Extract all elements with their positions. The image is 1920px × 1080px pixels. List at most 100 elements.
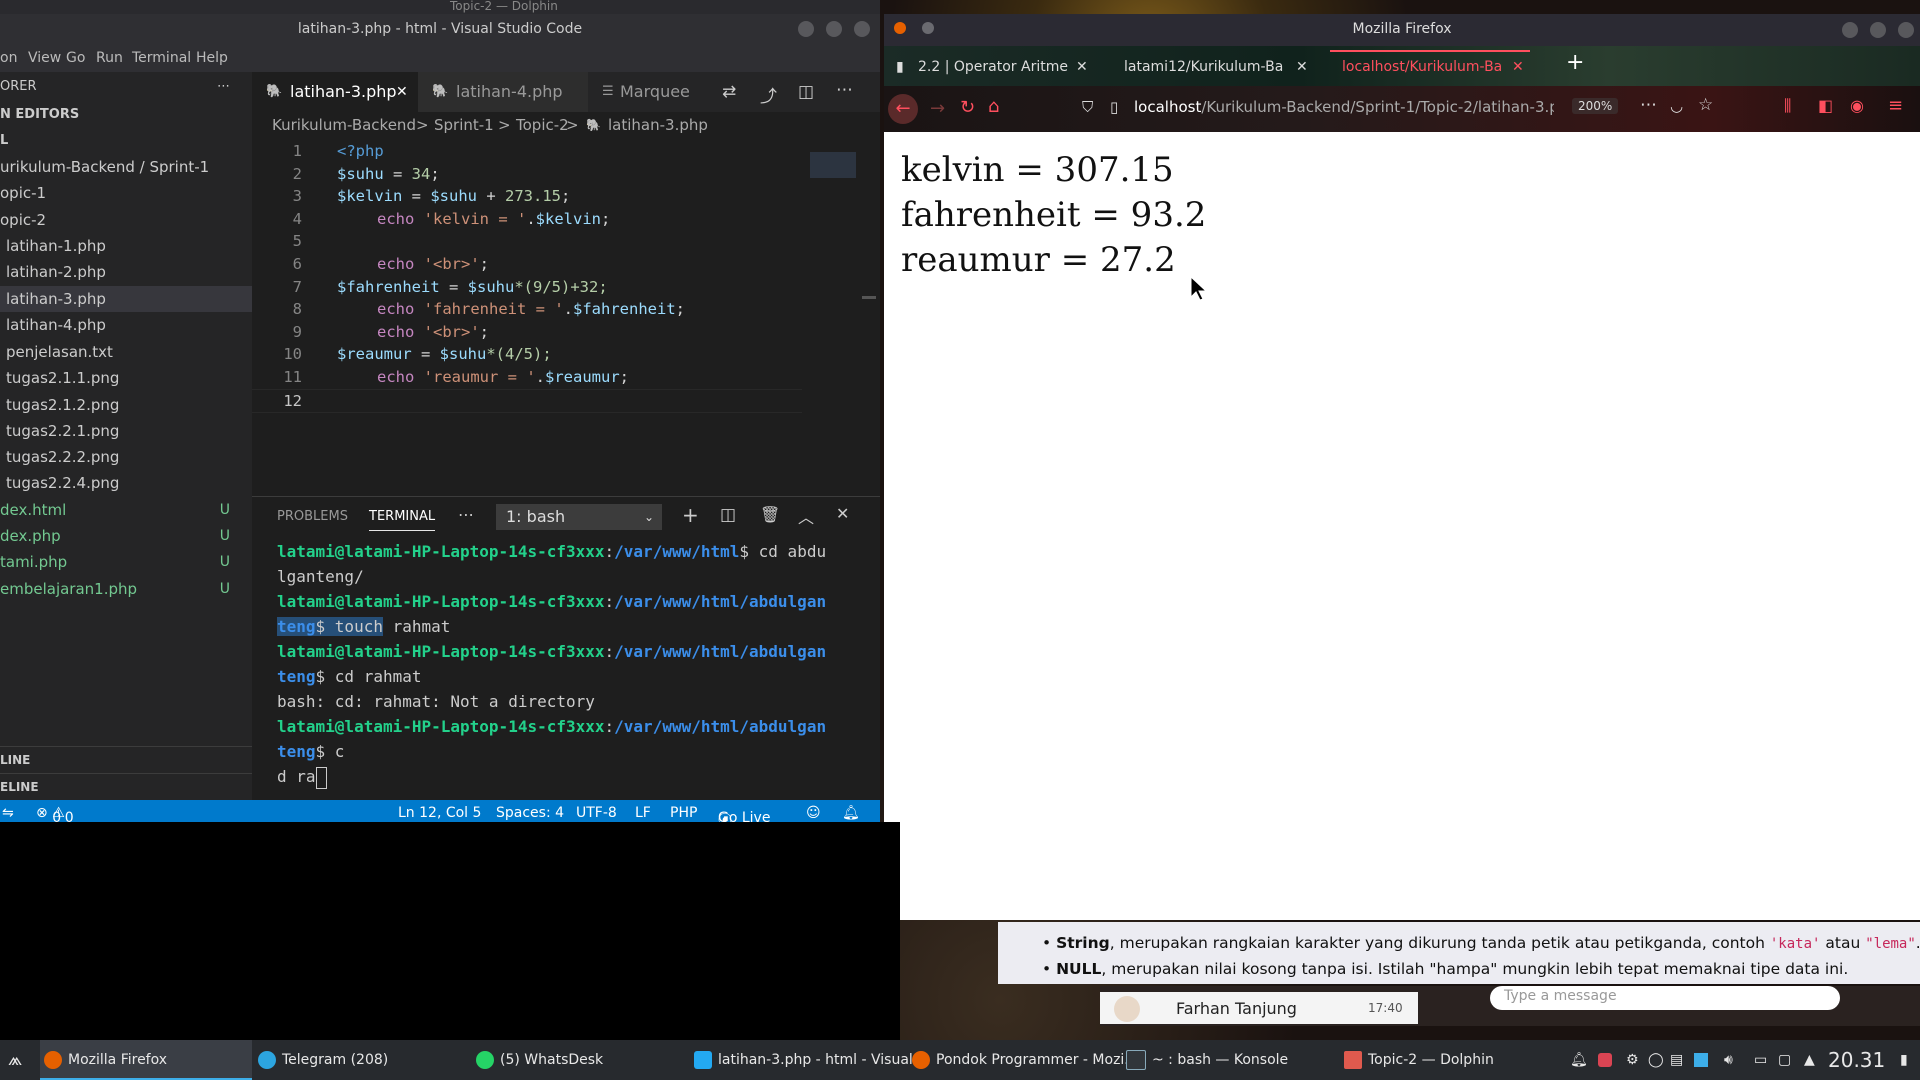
line-ending[interactable]: LF xyxy=(635,805,651,821)
page-actions-icon[interactable]: ⋯ xyxy=(1640,95,1657,115)
forward-arrow-icon[interactable]: → xyxy=(930,98,945,119)
close-tab-icon[interactable]: ✕ xyxy=(1512,52,1524,82)
open-editors-section[interactable]: N EDITORS xyxy=(0,102,252,128)
back-arrow-icon[interactable]: ← xyxy=(888,94,918,124)
settings-daemon-icon[interactable]: ⚙ xyxy=(1626,1040,1639,1080)
notifications-icon[interactable]: 🔔︎ xyxy=(1570,1040,1588,1080)
indentation[interactable]: Spaces: 4 xyxy=(496,805,564,821)
breadcrumb-item[interactable]: latihan-3.php xyxy=(608,116,708,134)
menu-terminal[interactable]: Terminal xyxy=(132,50,191,66)
encoding[interactable]: UTF-8 xyxy=(576,805,617,821)
more-actions-icon[interactable]: ⋯ xyxy=(836,80,853,100)
more-actions-icon[interactable]: ⋯ xyxy=(458,505,474,524)
menu-run[interactable]: Run xyxy=(96,50,123,66)
tree-item-untracked[interactable]: tami.php U xyxy=(0,549,252,575)
tree-item[interactable]: tugas2.2.1.png xyxy=(0,418,258,444)
tree-item-untracked[interactable]: dex.php U xyxy=(0,523,252,549)
taskbar-item-vscode[interactable]: latihan-3.php - html - Visual ... xyxy=(694,1040,931,1080)
chat-list-item[interactable]: Farhan Tanjung 17:40 xyxy=(1100,992,1418,1024)
taskbar-item-firefox[interactable]: Mozilla Firefox xyxy=(40,1040,252,1080)
taskbar-item-dolphin[interactable]: Topic-2 — Dolphin xyxy=(1344,1040,1494,1080)
browser-tab-active[interactable]: localhost/Kurikulum-Backend ✕ xyxy=(1330,50,1530,82)
timeline-section[interactable]: ELINE xyxy=(0,773,252,800)
tree-item[interactable]: penjelasan.txt xyxy=(0,339,258,365)
remote-icon[interactable]: ⇋ xyxy=(2,805,14,821)
minimize-button[interactable] xyxy=(798,21,814,37)
terminal-output[interactable]: latami@latami-HP-Laptop-14s-cf3xxx:/var/… xyxy=(252,539,880,799)
tree-item[interactable]: urikulum-Backend / Sprint-1 xyxy=(0,154,252,180)
clock[interactable]: 20.31 xyxy=(1828,1040,1885,1080)
expand-tray-icon[interactable]: ▲ xyxy=(1804,1040,1815,1080)
home-icon[interactable]: ⌂ xyxy=(988,96,999,117)
taskbar-item-pondok-programmer[interactable]: Pondok Programmer - Mozi... xyxy=(912,1040,1138,1080)
minimap[interactable] xyxy=(810,152,856,178)
close-tab-icon[interactable]: ✕ xyxy=(1076,52,1088,82)
tab-problems[interactable]: PROBLEMS xyxy=(277,509,348,524)
new-terminal-icon[interactable]: + xyxy=(682,503,699,527)
tree-item[interactable]: tugas2.1.1.png xyxy=(0,365,258,391)
hamburger-menu-icon[interactable]: ≡ xyxy=(1888,95,1903,116)
network-icon[interactable]: ▢ xyxy=(1778,1040,1791,1080)
notification-bell-icon[interactable]: 🔔︎ xyxy=(842,805,860,821)
battery-icon[interactable]: ▭ xyxy=(1754,1040,1767,1080)
tree-item[interactable]: tugas2.2.2.png xyxy=(0,444,258,470)
tree-item-selected[interactable]: latihan-3.php xyxy=(0,286,258,312)
menu-help[interactable]: Help xyxy=(196,50,228,66)
breadcrumb-item[interactable]: Sprint-1 xyxy=(434,116,494,134)
screen-icon[interactable] xyxy=(1694,1040,1708,1080)
problems-indicator[interactable]: ⊗ 0 ⚠ 0 xyxy=(36,805,74,826)
tab-terminal[interactable]: TERMINAL xyxy=(369,509,436,531)
tree-item-untracked[interactable]: embelajaran1.php U xyxy=(0,576,252,602)
source-control-compare-icon[interactable]: ⇄ xyxy=(722,82,736,102)
taskbar-item-telegram[interactable]: Telegram (208) xyxy=(258,1040,388,1080)
account-icon[interactable]: ◉ xyxy=(1850,96,1864,115)
show-desktop-icon[interactable]: ▮ xyxy=(1900,1040,1908,1080)
browser-tab[interactable]: ▮ 2.2 | Operator Aritmetika ✕ xyxy=(892,52,1096,82)
reload-icon[interactable]: ↻ xyxy=(960,97,975,118)
split-editor-icon[interactable]: ◫ xyxy=(798,82,814,102)
page-info-icon[interactable]: ▯ xyxy=(1110,98,1118,116)
new-tab-icon[interactable]: + xyxy=(1566,50,1584,75)
close-tab-icon[interactable]: ✕ xyxy=(396,72,408,112)
maximize-button[interactable] xyxy=(826,21,842,37)
scrollbar-thumb[interactable] xyxy=(862,296,876,299)
zoom-level[interactable]: 200% xyxy=(1572,98,1619,114)
workspace-section[interactable]: L xyxy=(0,128,252,154)
close-button[interactable] xyxy=(854,21,870,37)
clipboard-icon[interactable]: ▤ xyxy=(1670,1040,1683,1080)
tree-item[interactable]: latihan-4.php xyxy=(0,312,258,338)
outline-section[interactable]: LINE xyxy=(0,746,252,773)
menu-go[interactable]: Go xyxy=(66,50,85,66)
tab-latihan-4[interactable]: 🐘 latihan-4.php xyxy=(418,72,588,112)
terminal-select[interactable]: 1: bash ⌄ xyxy=(496,504,662,530)
whatsapp-tray-icon[interactable]: ◯ xyxy=(1648,1040,1664,1080)
breadcrumb-item[interactable]: Kurikulum-Backend xyxy=(272,116,416,134)
split-terminal-icon[interactable]: ◫ xyxy=(720,505,736,525)
volume-icon[interactable]: 🔊︎ xyxy=(1724,1040,1733,1080)
tree-item[interactable]: opic-2 xyxy=(0,207,252,233)
maximize-panel-icon[interactable]: ︿ xyxy=(798,504,814,528)
tree-item-untracked[interactable]: dex.html U xyxy=(0,497,252,523)
tracking-shield-icon[interactable]: ⛉ xyxy=(1082,98,1093,116)
mail-badge-icon[interactable] xyxy=(1598,1040,1612,1080)
app-launcher-icon[interactable]: ⩕ xyxy=(8,1040,22,1080)
live-share-icon[interactable]: ⤴ xyxy=(760,82,777,107)
breadcrumb-item[interactable]: Topic-2 xyxy=(516,116,569,134)
trash-icon[interactable]: 🗑 xyxy=(760,505,780,524)
browser-tab[interactable]: latami12/Kurikulum-Backe ✕ xyxy=(1110,52,1316,82)
pocket-icon[interactable]: ◡ xyxy=(1670,97,1683,115)
close-tab-icon[interactable]: ✕ xyxy=(1296,52,1308,82)
tree-item[interactable]: latihan-1.php xyxy=(0,233,258,259)
cursor-position[interactable]: Ln 12, Col 5 xyxy=(398,805,481,821)
feedback-icon[interactable]: ☺ xyxy=(806,805,821,821)
sidebar-icon[interactable]: ◧ xyxy=(1818,96,1833,115)
menu-view[interactable]: View xyxy=(28,50,61,66)
close-panel-icon[interactable]: ✕ xyxy=(836,504,849,523)
more-actions-icon[interactable]: ⋯ xyxy=(217,74,230,100)
tab-latihan-3[interactable]: 🐘 latihan-3.php ✕ xyxy=(252,72,418,112)
library-icon[interactable]: ⫼ xyxy=(1784,96,1791,116)
close-button[interactable] xyxy=(1898,22,1914,38)
maximize-button[interactable] xyxy=(1870,22,1886,38)
language-mode[interactable]: PHP xyxy=(670,805,697,821)
tree-item[interactable]: tugas2.2.4.png xyxy=(0,470,258,496)
